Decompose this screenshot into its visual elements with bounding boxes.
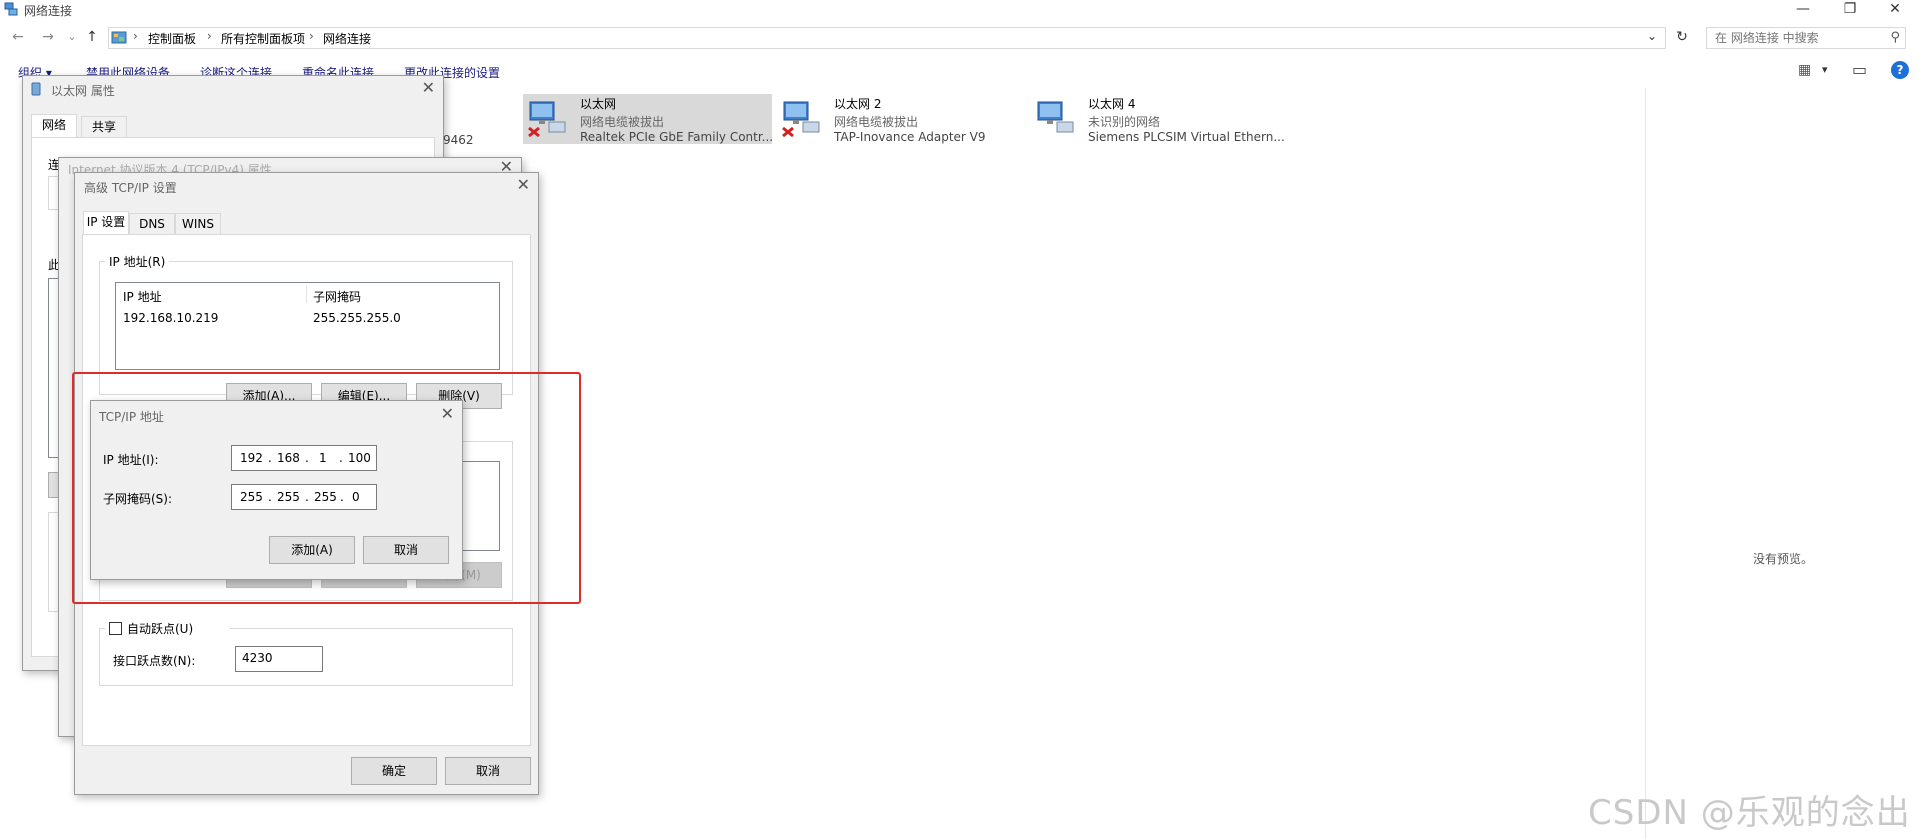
view-options-arrow-icon[interactable]: ▾: [1822, 63, 1828, 76]
restore-button[interactable]: ❐: [1828, 0, 1872, 20]
search-icon[interactable]: ⚲: [1890, 30, 1900, 45]
network-adapter-icon: [782, 101, 820, 138]
row-subnet-mask[interactable]: 255.255.255.0: [313, 311, 401, 325]
up-icon[interactable]: ↑: [82, 27, 102, 47]
row-ip-address[interactable]: 192.168.10.219: [123, 311, 218, 325]
network-adapter-name: Realtek PCIe GbE Family Contr...: [580, 130, 774, 144]
search-input[interactable]: [1707, 28, 1877, 48]
interface-metric-label: 接口跃点数(N):: [113, 654, 196, 668]
ok-button[interactable]: 确定: [351, 757, 437, 785]
back-icon[interactable]: ←: [8, 27, 28, 47]
tab-wins[interactable]: WINS: [175, 213, 221, 235]
network-name: 以太网 2: [834, 97, 882, 111]
tab-dns[interactable]: DNS: [129, 213, 175, 235]
network-adapter-name: TAP-Inovance Adapter V9: [834, 130, 986, 144]
ethernet-properties-title: 以太网 属性: [51, 84, 115, 98]
interface-metric-input[interactable]: 4230: [235, 646, 323, 672]
recent-locations-icon[interactable]: ⌄: [62, 27, 82, 47]
address-row: ← → ⌄ ↑ › 控制面板 › 所有控制面板项 › 网络连接 ⌄ ↻ ⚲: [0, 24, 1919, 52]
refresh-icon[interactable]: ↻: [1672, 27, 1692, 47]
advanced-tcpip-title: 高级 TCP/IP 设置: [84, 181, 177, 195]
ip-address-group-label: IP 地址(R): [105, 253, 170, 270]
address-bar[interactable]: › 控制面板 › 所有控制面板项 › 网络连接 ⌄: [108, 27, 1666, 49]
cancel-button[interactable]: 取消: [445, 757, 531, 785]
network-item-ethernet[interactable]: 以太网 网络电缆被拔出 Realtek PCIe GbE Family Cont…: [523, 94, 774, 144]
preview-pane-icon[interactable]: ▭: [1852, 60, 1867, 79]
highlight-frame: [72, 372, 581, 604]
watermark: CSDN @乐观的念出: [1588, 793, 1911, 833]
network-adapter-icon: [528, 101, 566, 138]
network-adapter-name: Siemens PLCSIM Virtual Ethern...: [1088, 130, 1285, 144]
breadcrumb-all-items[interactable]: 所有控制面板项: [221, 30, 305, 47]
column-ip-address[interactable]: IP 地址: [123, 288, 162, 305]
close-icon[interactable]: ✕: [422, 78, 435, 97]
address-dropdown-icon[interactable]: ⌄: [1647, 29, 1657, 43]
tab-ip-settings[interactable]: IP 设置: [83, 211, 129, 235]
window-title: 网络连接: [24, 4, 73, 18]
auto-metric-label[interactable]: 自动跃点(U): [127, 620, 193, 637]
network-status: 网络电缆被拔出: [580, 115, 665, 129]
ethernet-properties-icon: [31, 82, 41, 96]
network-item-ethernet-2[interactable]: 以太网 2 网络电缆被拔出 TAP-Inovance Adapter V9: [777, 94, 1026, 144]
partial-item-text: 9462: [443, 133, 474, 147]
tab-network[interactable]: 网络: [31, 114, 77, 138]
breadcrumb-network-connections[interactable]: 网络连接: [323, 30, 371, 47]
network-connections-icon: [4, 2, 18, 16]
network-adapter-icon: [1037, 101, 1074, 133]
network-status: 网络电缆被拔出: [834, 115, 919, 129]
title-bar: 网络连接 — ❐ ✕: [0, 0, 1919, 20]
search-box[interactable]: ⚲: [1706, 27, 1906, 49]
breadcrumb-control-panel[interactable]: 控制面板: [148, 30, 196, 47]
forward-icon[interactable]: →: [38, 27, 58, 47]
network-name: 以太网 4: [1088, 97, 1136, 111]
column-subnet-mask[interactable]: 子网掩码: [313, 288, 361, 305]
view-options-icon[interactable]: ▦: [1798, 62, 1811, 78]
close-icon[interactable]: ✕: [517, 175, 530, 194]
help-icon[interactable]: ?: [1891, 61, 1909, 79]
close-button[interactable]: ✕: [1873, 0, 1917, 20]
auto-metric-row: 自动跃点(U): [105, 619, 230, 637]
tab-sharing[interactable]: 共享: [81, 116, 127, 138]
network-item-ethernet-4[interactable]: 以太网 4 未识别的网络 Siemens PLCSIM Virtual Ethe…: [1031, 94, 1285, 144]
ip-address-list[interactable]: IP 地址 子网掩码 192.168.10.219 255.255.255.0: [115, 282, 500, 370]
auto-metric-checkbox[interactable]: [109, 622, 122, 635]
preview-pane-divider: [1645, 88, 1646, 839]
control-panel-icon: [111, 31, 127, 44]
minimize-button[interactable]: —: [1781, 0, 1825, 20]
network-status: 未识别的网络: [1088, 115, 1161, 129]
network-name: 以太网: [580, 97, 617, 111]
no-preview-text: 没有预览。: [1753, 552, 1814, 566]
